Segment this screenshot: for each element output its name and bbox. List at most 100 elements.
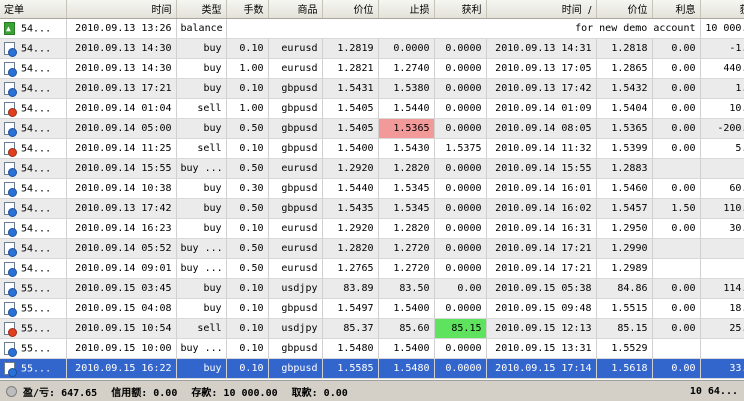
ticket-text: 54...: [21, 143, 52, 154]
col-header-ticket[interactable]: 定单: [0, 0, 67, 19]
cell-symbol: gbpusd: [268, 118, 323, 139]
table-row[interactable]: 54... 2010.09.13 17:42 buy 0.50 gbpusd 1.5435…: [0, 198, 744, 219]
cell-lots: 0.10: [226, 338, 269, 359]
table-row[interactable]: 54... 2010.09.13 17:21 buy 0.10 gbpusd 1.5431…: [0, 78, 744, 99]
table-row[interactable]: 54... 2010.09.14 10:38 buy 0.30 gbpusd 1.5440…: [0, 178, 744, 199]
order-dot-icon: [8, 167, 17, 177]
cell-price: 1.5440: [322, 178, 379, 199]
status-credit: 信用额: 0.00: [111, 384, 177, 399]
table-row[interactable]: 55... 2010.09.15 03:45 buy 0.10 usdjpy 83.89 8…: [0, 278, 744, 299]
table-row[interactable]: 54... 2010.09.14 05:52 buy ... 0.50 eurusd 1.…: [0, 238, 744, 259]
col-header-sl[interactable]: 止损: [378, 0, 435, 19]
order-dot-icon: [8, 47, 17, 57]
cell-open-time: 2010.09.15 10:00: [66, 338, 177, 359]
cell-close-time: 2010.09.14 17:21: [486, 238, 597, 259]
cell-ticket: 54...: [0, 218, 67, 239]
cell-close-time: 2010.09.13 14:31: [486, 38, 597, 59]
ticket-text: 55...: [21, 323, 52, 334]
table-row[interactable]: 55... 2010.09.15 10:54 sell 0.10 usdjpy 85.37…: [0, 318, 744, 339]
cell-tp: 0.0000: [434, 58, 487, 79]
col-header-close-time[interactable]: 时间 /: [486, 0, 597, 19]
cell-close-time: 2010.09.15 17:14: [486, 358, 597, 379]
buy-order-icon: [4, 361, 17, 377]
table-row[interactable]: 54... 2010.09.14 15:55 buy ... 0.50 eurusd 1.…: [0, 158, 744, 179]
table-row[interactable]: 54... 2010.09.14 01:04 sell 1.00 gbpusd 1.540…: [0, 98, 744, 119]
cell-price: 1.5435: [322, 198, 379, 219]
cell-open-time: 2010.09.13 13:26: [66, 18, 177, 39]
cell-close-time: 2010.09.13 17:05: [486, 58, 597, 79]
status-credit-value: 0.00: [153, 387, 178, 399]
cell-close-price: 1.5365: [596, 118, 653, 139]
buy-order-icon: [4, 301, 17, 317]
cell-close-price: 1.5399: [596, 138, 653, 159]
cell-price: 1.2820: [322, 238, 379, 259]
cell-sl: 1.2820: [378, 158, 435, 179]
col-header-swap[interactable]: 利息: [652, 0, 701, 19]
cell-ticket: 54...: [0, 18, 67, 39]
cell-type: buy: [176, 278, 227, 299]
cell-type: buy: [176, 118, 227, 139]
cell-tp: 0.0000: [434, 258, 487, 279]
table-row[interactable]: 54... 2010.09.14 16:23 buy 0.10 eurusd 1.2920…: [0, 218, 744, 239]
cell-type: buy ...: [176, 158, 227, 179]
col-header-close-price[interactable]: 价位: [596, 0, 653, 19]
status-deposit-value: 10 000.00: [223, 387, 278, 399]
cell-close-time: 2010.09.14 08:05: [486, 118, 597, 139]
cell-lots: 0.50: [226, 258, 269, 279]
cell-profit: [700, 158, 744, 179]
cell-profit: -1.00: [700, 38, 744, 59]
ticket-text: 54...: [21, 103, 52, 114]
cell-type: buy: [176, 198, 227, 219]
history-table: 定单 时间 类型 手数 商品 价位 止损 获利 时间 / 价位 利息 获利 54…: [0, 0, 744, 379]
cell-sl: 1.5480: [378, 358, 435, 379]
col-header-tp[interactable]: 获利: [434, 0, 487, 19]
sell-order-icon: [4, 141, 17, 157]
table-row[interactable]: 54... 2010.09.14 05:00 buy 0.50 gbpusd 1.5405…: [0, 118, 744, 139]
table-row[interactable]: 54... 2010.09.14 11:25 sell 0.10 gbpusd 1.540…: [0, 138, 744, 159]
cell-profit: -200.00: [700, 118, 744, 139]
order-dot-icon: [8, 307, 17, 317]
ticket-text: 55...: [21, 343, 52, 354]
buy-order-icon: [4, 121, 17, 137]
cell-price: 1.5480: [322, 338, 379, 359]
buy-order-icon: [4, 261, 17, 277]
cell-sl: 1.5365: [378, 118, 435, 139]
cell-lots: 0.50: [226, 118, 269, 139]
cell-tp: 0.0000: [434, 238, 487, 259]
table-row[interactable]: 54... 2010.09.13 14:30 buy 1.00 eurusd 1.2821…: [0, 58, 744, 79]
cell-type: sell: [176, 138, 227, 159]
col-header-type[interactable]: 类型: [176, 0, 227, 19]
table-row[interactable]: 55... 2010.09.15 04:08 buy 0.10 gbpusd 1.5497…: [0, 298, 744, 319]
cell-swap: 0.00: [652, 78, 701, 99]
cell-profit: [700, 258, 744, 279]
cell-swap: 0.00: [652, 298, 701, 319]
order-dot-icon: [8, 207, 17, 217]
col-header-profit[interactable]: 获利: [700, 0, 744, 19]
cell-price: 85.37: [322, 318, 379, 339]
cell-tp: 85.15: [434, 318, 487, 339]
status-pl: 盈/亏: 647.65: [23, 384, 97, 399]
col-header-price[interactable]: 价位: [322, 0, 379, 19]
sell-order-icon: [4, 321, 17, 337]
cell-profit: 1.00: [700, 78, 744, 99]
cell-profit: [700, 338, 744, 359]
cell-close-time: 2010.09.14 16:31: [486, 218, 597, 239]
col-header-symbol[interactable]: 商品: [268, 0, 323, 19]
col-header-open-time[interactable]: 时间: [66, 0, 177, 19]
table-row[interactable]: 54... 2010.09.13 14:30 buy 0.10 eurusd 1.2819…: [0, 38, 744, 59]
deposit-icon: [4, 21, 15, 35]
table-row[interactable]: 54... 2010.09.14 09:01 buy ... 0.50 eurusd 1.…: [0, 258, 744, 279]
cell-profit: 10 000.00: [700, 18, 744, 39]
ticket-text: 54...: [21, 63, 52, 74]
order-dot-icon: [8, 347, 17, 357]
cell-sl: 85.60: [378, 318, 435, 339]
table-row[interactable]: 55... 2010.09.15 10:00 buy ... 0.10 gbpusd 1.…: [0, 338, 744, 359]
table-row[interactable]: 54... 2010.09.13 13:26balancefor new demo…: [0, 18, 744, 39]
col-header-lots[interactable]: 手数: [226, 0, 269, 19]
cell-type: buy: [176, 78, 227, 99]
cell-sl: 0.0000: [378, 38, 435, 59]
cell-ticket: 55...: [0, 278, 67, 299]
status-credit-label: 信用额:: [111, 387, 148, 399]
cell-lots: 0.10: [226, 318, 269, 339]
table-row[interactable]: 55... 2010.09.15 16:22 buy 0.10 gbpusd 1.5585…: [0, 358, 744, 379]
